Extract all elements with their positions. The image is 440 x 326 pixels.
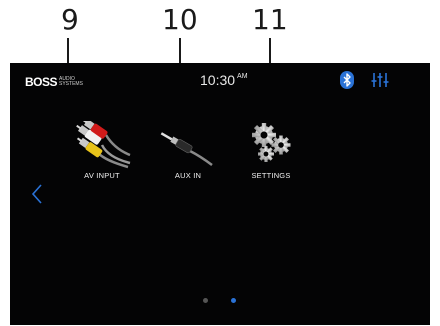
head-unit-screen: BOSS AUDIO SYSTEMS 10:30 AM AV INPUT AUX…: [10, 63, 430, 325]
aux-cable-icon: [160, 132, 213, 167]
page-dot-1[interactable]: [203, 298, 208, 303]
status-bar: BOSS AUDIO SYSTEMS 10:30 AM: [10, 63, 430, 97]
logo-subtext: AUDIO SYSTEMS: [59, 77, 83, 87]
app-aux-in[interactable]: AUX IN: [160, 121, 216, 180]
callout-annotations: 9 10 11: [0, 0, 440, 96]
logo-text: BOSS: [25, 75, 58, 89]
callout-number-10: 10: [162, 3, 198, 36]
app-label-av-input: AV INPUT: [84, 171, 120, 180]
page-indicator: [203, 298, 236, 303]
page-dot-2-active[interactable]: [231, 298, 236, 303]
app-label-settings: SETTINGS: [251, 171, 291, 180]
app-label-aux-in: AUX IN: [174, 171, 202, 180]
logo-sub-2: SYSTEMS: [59, 81, 83, 87]
app-settings[interactable]: SETTINGS: [246, 121, 296, 180]
gears-icon: [252, 123, 291, 162]
clock: 10:30 AM: [200, 72, 248, 88]
equalizer-icon[interactable]: [371, 72, 389, 88]
chevron-left-icon[interactable]: [30, 183, 44, 205]
clock-time: 10:30: [200, 72, 236, 88]
app-av-input[interactable]: AV INPUT: [72, 121, 132, 180]
callout-number-9: 9: [61, 3, 79, 36]
av-cable-icon: [76, 121, 131, 169]
callout-number-11: 11: [252, 3, 288, 36]
brand-logo: BOSS AUDIO SYSTEMS: [25, 75, 83, 89]
bluetooth-icon[interactable]: [340, 71, 354, 89]
clock-ampm: AM: [237, 73, 248, 80]
